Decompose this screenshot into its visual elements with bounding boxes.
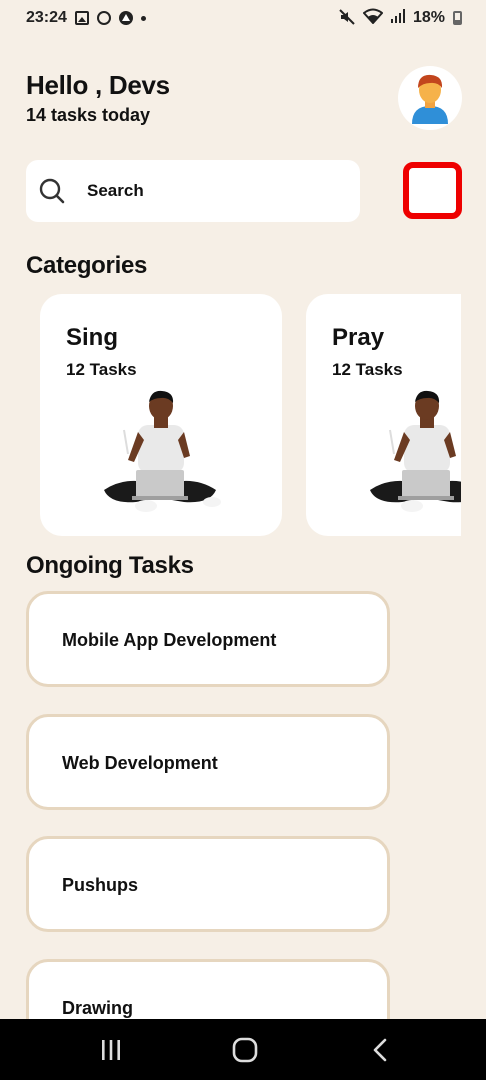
greeting-title: Hello , Devs [26, 70, 170, 100]
user-avatar-icon [412, 74, 448, 124]
battery-icon [453, 11, 462, 25]
task-label: Drawing [62, 998, 134, 1018]
category-card-sing[interactable]: Sing 12 Tasks [40, 294, 282, 536]
whatsapp-icon [96, 11, 111, 25]
categories-title: Categories [26, 252, 148, 279]
recent-apps-icon[interactable] [96, 1037, 126, 1063]
task-card[interactable]: Mobile App Development [26, 591, 390, 687]
task-card[interactable]: Web Development [26, 714, 390, 810]
home-icon[interactable] [230, 1037, 260, 1063]
clock: 23:24 [26, 9, 67, 26]
task-label: Web Development [62, 753, 218, 773]
mute-icon [339, 8, 355, 28]
signal-icon [390, 8, 405, 28]
gallery-icon [74, 11, 89, 25]
category-name: Pray [332, 324, 385, 351]
tasks-today-subtitle: 14 tasks today [26, 105, 151, 125]
app-icon [118, 11, 133, 25]
wifi-icon [362, 8, 384, 29]
notification-dot-icon [140, 15, 146, 21]
categories-carousel[interactable]: Sing 12 Tasks Pray 12 Tasks [0, 294, 461, 536]
task-label: Mobile App Development [62, 630, 277, 650]
search-icon [39, 178, 65, 204]
person-with-laptop-illustration [370, 390, 461, 512]
category-card-pray[interactable]: Pray 12 Tasks [306, 294, 461, 536]
category-name: Sing [66, 324, 118, 351]
avatar[interactable] [398, 66, 462, 130]
ongoing-tasks-title: Ongoing Tasks [26, 552, 194, 579]
status-bar: 23:24 18% [0, 0, 486, 36]
battery-level: 18% [412, 9, 445, 26]
category-task-count: 12 Tasks [66, 360, 137, 379]
task-label: Pushups [62, 875, 139, 895]
task-card[interactable]: Pushups [26, 836, 390, 932]
navigation-bar [0, 1019, 486, 1080]
search-placeholder: Search [87, 181, 144, 200]
filter-button[interactable] [403, 162, 462, 219]
search-input[interactable]: Search [26, 160, 360, 222]
person-with-laptop-illustration [104, 390, 221, 512]
back-icon[interactable] [366, 1037, 396, 1063]
category-task-count: 12 Tasks [332, 360, 403, 379]
